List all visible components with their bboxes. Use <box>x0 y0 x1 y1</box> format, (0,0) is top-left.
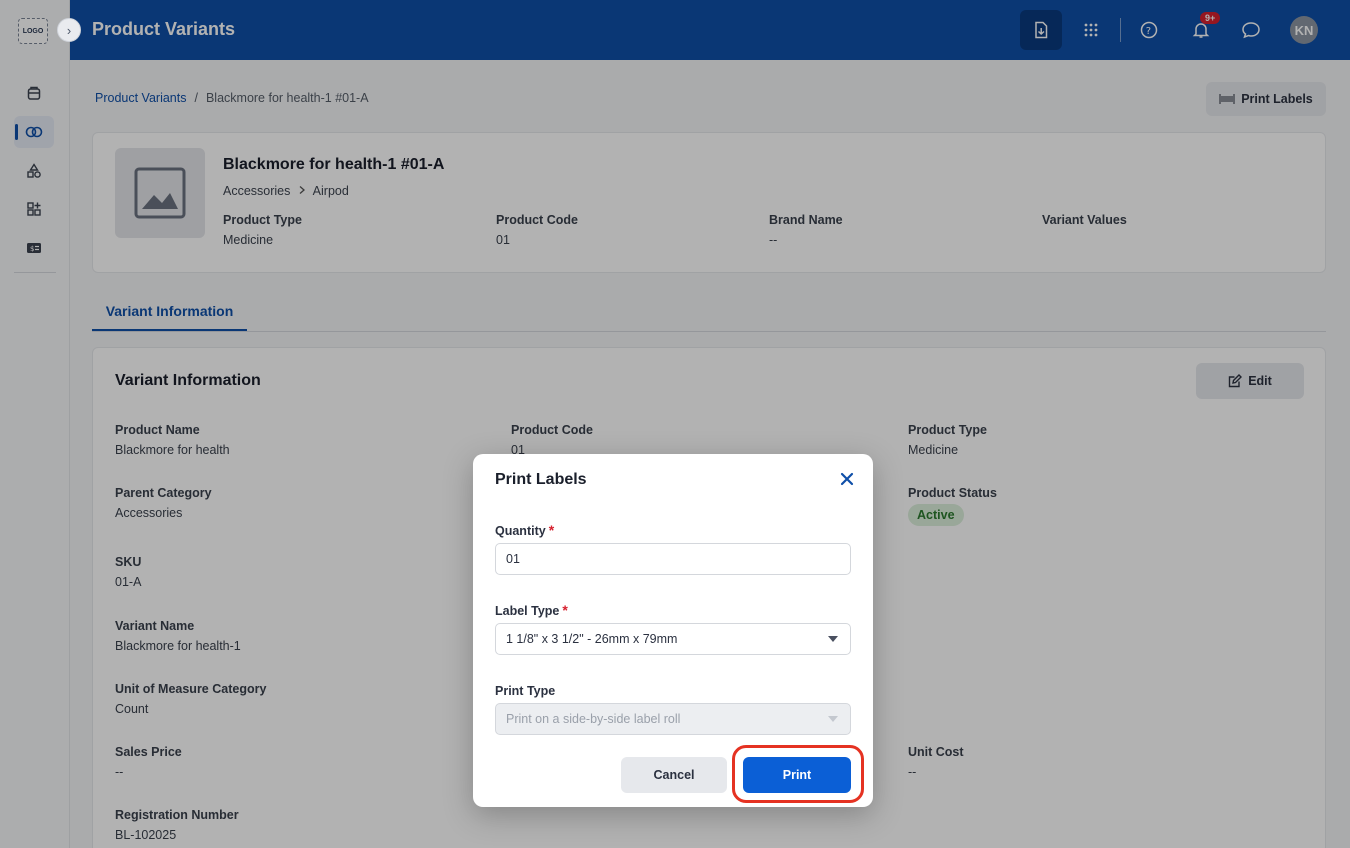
close-icon <box>840 472 854 486</box>
print-type-value: Print on a side-by-side label roll <box>506 712 681 726</box>
caret-down-icon <box>828 636 838 642</box>
caret-down-icon <box>828 716 838 722</box>
expand-sidebar-button[interactable]: › <box>57 18 81 42</box>
label-type-label: Label Type * <box>495 602 568 618</box>
label-type-select[interactable]: 1 1/8" x 3 1/2" - 26mm x 79mm <box>495 623 851 655</box>
required-asterisk: * <box>562 602 568 618</box>
label-type-value: 1 1/8" x 3 1/2" - 26mm x 79mm <box>506 632 678 646</box>
dialog-title: Print Labels <box>495 471 587 488</box>
print-type-label: Print Type <box>495 684 555 698</box>
print-type-select: Print on a side-by-side label roll <box>495 703 851 735</box>
print-button-highlight <box>732 745 864 803</box>
print-type-label-text: Print Type <box>495 684 556 698</box>
quantity-label-text: Quantity <box>495 524 546 538</box>
cancel-button[interactable]: Cancel <box>621 757 727 793</box>
close-dialog-button[interactable] <box>837 470 857 490</box>
quantity-input[interactable]: 01 <box>495 543 851 575</box>
chevron-right-icon: › <box>66 22 72 38</box>
label-type-label-text: Label Type <box>495 604 560 618</box>
quantity-label: Quantity * <box>495 522 554 538</box>
required-asterisk: * <box>548 522 555 538</box>
